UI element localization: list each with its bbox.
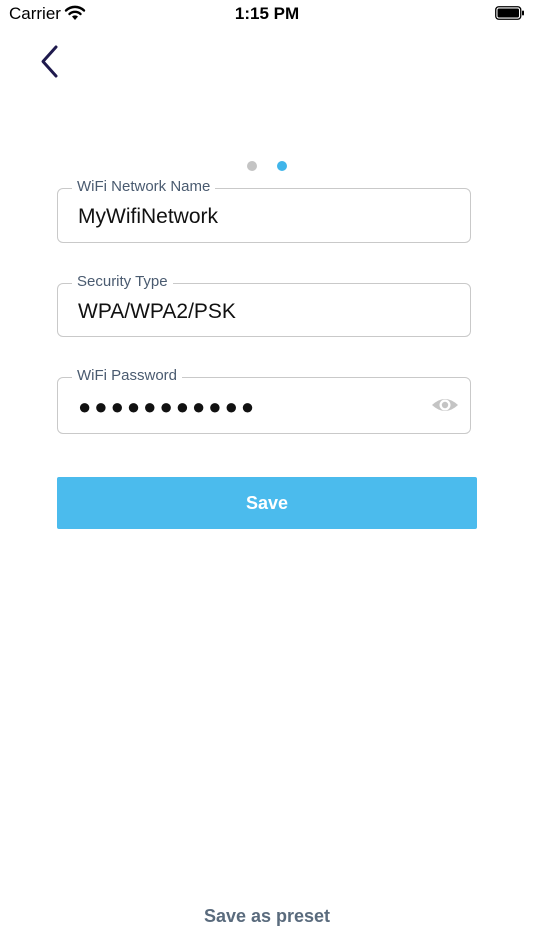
battery-icon [495,6,524,20]
chevron-left-icon [41,45,58,78]
wifi-password-field[interactable]: WiFi Password ●●●●●●●●●●● [57,367,471,434]
security-type-value[interactable]: WPA/WPA2/PSK [78,300,418,324]
wifi-network-name-label: WiFi Network Name [72,178,216,195]
wifi-network-name-field[interactable]: WiFi Network Name MyWifiNetwork [57,178,471,243]
save-as-preset-button[interactable]: Save as preset [0,906,534,927]
security-type-label: Security Type [72,273,173,290]
eye-icon[interactable] [430,393,460,417]
page-dot-2-active [277,161,288,171]
status-bar: Carrier 1:15 PM [0,0,534,30]
wifi-password-label: WiFi Password [72,367,183,384]
back-button[interactable] [34,42,68,82]
save-button[interactable]: Save [57,477,477,529]
page-dot-1 [246,161,257,171]
wifi-password-input[interactable]: ●●●●●●●●●●● [78,394,418,420]
security-type-field[interactable]: Security Type WPA/WPA2/PSK [57,273,471,337]
status-time: 1:15 PM [234,4,300,23]
wifi-network-name-input[interactable]: MyWifiNetwork [78,205,418,229]
page-indicator [0,158,534,171]
